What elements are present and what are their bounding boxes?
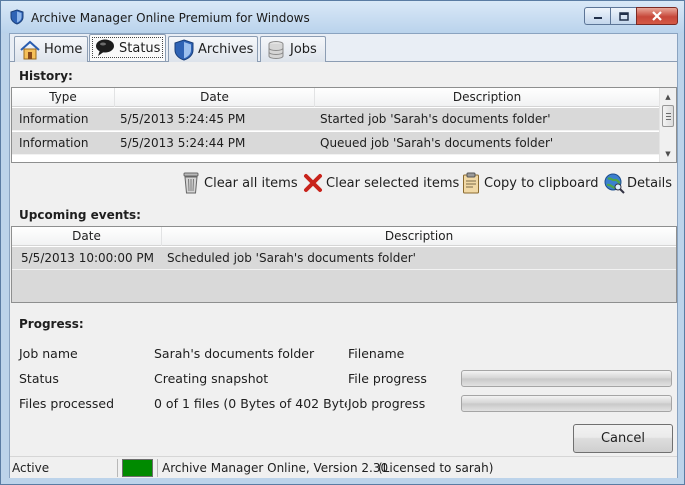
job-progress-label: Job progress xyxy=(348,396,426,411)
files-processed-value: 0 of 1 files (0 Bytes of 402 Byte xyxy=(154,396,347,411)
tab-home[interactable]: Home xyxy=(14,36,88,62)
scroll-thumb[interactable] xyxy=(662,105,674,127)
database-icon xyxy=(265,39,287,61)
status-separator xyxy=(157,459,158,477)
tab-jobs-label: Jobs xyxy=(290,42,317,57)
tab-archives-label: Archives xyxy=(198,42,254,57)
close-icon xyxy=(637,8,677,24)
tab-jobs[interactable]: Jobs xyxy=(260,36,326,62)
home-icon xyxy=(19,39,41,61)
history-grid[interactable]: Type Date Description Information 5/5/20… xyxy=(11,87,677,163)
tab-home-label: Home xyxy=(44,42,83,57)
files-processed-label: Files processed xyxy=(19,396,115,411)
column-header-description[interactable]: Description xyxy=(162,227,676,246)
close-button[interactable] xyxy=(636,7,678,25)
job-name-label: Job name xyxy=(19,346,78,361)
globe-search-icon xyxy=(603,171,625,195)
history-scrollbar[interactable]: ▲ ▼ xyxy=(659,88,676,162)
cell-description: Started job 'Sarah's documents folder' xyxy=(320,112,551,126)
status-label: Status xyxy=(19,371,59,386)
job-progress-bar xyxy=(461,395,672,412)
tab-status[interactable]: Status xyxy=(89,34,166,61)
clear-selected-label: Clear selected items xyxy=(326,175,460,191)
status-separator xyxy=(117,459,118,477)
details-label: Details xyxy=(627,175,673,191)
cell-description: Queued job 'Sarah's documents folder' xyxy=(320,136,554,150)
file-progress-bar xyxy=(461,370,672,387)
client-area: Home Status Archives Jobs History: Type … xyxy=(9,33,678,478)
minimize-icon xyxy=(585,8,610,24)
history-toolbar: Clear all items Clear selected items Cop… xyxy=(10,164,677,204)
copy-to-clipboard-label: Copy to clipboard xyxy=(484,175,599,191)
scroll-down-icon[interactable]: ▼ xyxy=(660,145,676,162)
chat-bubble-icon xyxy=(94,37,116,59)
title-bar[interactable]: Archive Manager Online Premium for Windo… xyxy=(1,1,684,33)
cell-date: 5/5/2013 5:24:45 PM xyxy=(120,112,246,126)
caption-buttons xyxy=(584,7,678,25)
upcoming-events-grid[interactable]: Date Description 5/5/2013 10:00:00 PM Sc… xyxy=(11,226,677,303)
column-header-date[interactable]: Date xyxy=(12,227,162,246)
status-indicator xyxy=(122,459,153,477)
tab-strip: Home Status Archives Jobs xyxy=(10,34,677,62)
minimize-button[interactable] xyxy=(584,7,610,25)
table-row[interactable]: Information 5/5/2013 5:24:45 PM Started … xyxy=(12,108,660,131)
upcoming-grid-header: Date Description xyxy=(12,227,676,246)
app-window: Archive Manager Online Premium for Windo… xyxy=(0,0,685,485)
cell-type: Information xyxy=(19,112,89,126)
file-progress-label: File progress xyxy=(348,371,427,386)
cell-description: Scheduled job 'Sarah's documents folder' xyxy=(167,251,416,265)
column-header-date[interactable]: Date xyxy=(115,88,315,107)
status-value: Creating snapshot xyxy=(154,371,269,386)
maximize-button[interactable] xyxy=(610,7,636,25)
tab-archives[interactable]: Archives xyxy=(168,36,258,62)
job-name-value: Sarah's documents folder xyxy=(154,346,315,361)
cell-type: Information xyxy=(19,136,89,150)
window-title: Archive Manager Online Premium for Windo… xyxy=(31,11,310,25)
shield-app-icon xyxy=(9,9,25,25)
status-state: Active xyxy=(12,461,50,475)
clipboard-icon xyxy=(460,171,482,195)
details-button[interactable]: Details xyxy=(603,170,672,196)
license-text: (Licensed to sarah) xyxy=(378,461,494,475)
column-header-description[interactable]: Description xyxy=(315,88,660,107)
copy-to-clipboard-button[interactable]: Copy to clipboard xyxy=(460,170,598,196)
table-row[interactable]: Information 5/5/2013 5:24:44 PM Queued j… xyxy=(12,132,660,155)
clear-all-label: Clear all items xyxy=(204,175,298,191)
tab-status-label: Status xyxy=(119,40,161,56)
trash-icon xyxy=(180,171,202,195)
cell-date: 5/5/2013 5:24:44 PM xyxy=(120,136,246,150)
clear-all-button[interactable]: Clear all items xyxy=(180,170,298,196)
upcoming-events-heading: Upcoming events: xyxy=(19,208,141,222)
column-header-type[interactable]: Type xyxy=(12,88,115,107)
scroll-up-icon[interactable]: ▲ xyxy=(660,88,676,105)
shield-icon xyxy=(173,38,195,61)
progress-heading: Progress: xyxy=(19,317,84,331)
cancel-button[interactable]: Cancel xyxy=(573,424,673,453)
maximize-icon xyxy=(611,8,636,24)
history-grid-header: Type Date Description xyxy=(12,88,676,107)
red-x-icon xyxy=(302,171,324,195)
clear-selected-button[interactable]: Clear selected items xyxy=(302,170,459,196)
cell-date: 5/5/2013 10:00:00 PM xyxy=(21,251,155,265)
filename-label: Filename xyxy=(348,346,405,361)
version-text: Archive Manager Online, Version 2.30 xyxy=(162,461,389,475)
table-row[interactable]: 5/5/2013 10:00:00 PM Scheduled job 'Sara… xyxy=(12,247,676,270)
history-heading: History: xyxy=(19,69,73,83)
status-bar: Active Archive Manager Online, Version 2… xyxy=(10,456,677,478)
